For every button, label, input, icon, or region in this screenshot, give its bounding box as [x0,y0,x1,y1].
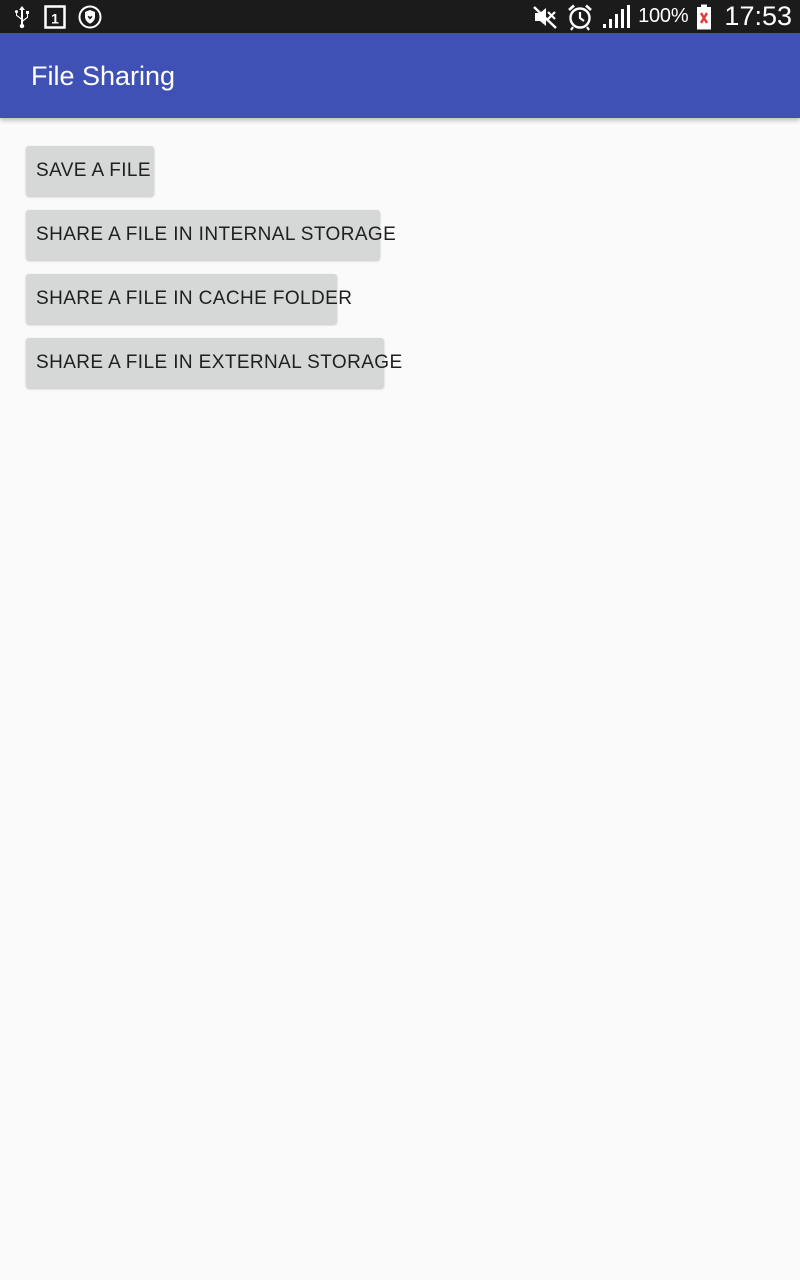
battery-percentage: 100% [638,5,689,27]
sim-card-icon: 1 [44,5,66,29]
status-bar-right-icons: 100% 17:53 [532,0,792,33]
main-content: SAVE A FILE SHARE A FILE IN INTERNAL STO… [0,118,800,1280]
app-title: File Sharing [31,61,176,91]
save-file-button[interactable]: SAVE A FILE [26,146,154,196]
app-bar: File Sharing [0,33,800,118]
battery-icon [696,4,712,30]
share-external-storage-button[interactable]: SHARE A FILE IN EXTERNAL STORAGE [26,338,402,388]
mute-icon [532,4,558,30]
share-cache-folder-button[interactable]: SHARE A FILE IN CACHE FOLDER [26,274,352,324]
share-internal-storage-button[interactable]: SHARE A FILE IN INTERNAL STORAGE [26,210,396,260]
svg-text:1: 1 [51,11,59,27]
usb-icon [12,5,32,29]
status-bar-clock: 17:53 [724,1,792,31]
signal-icon [602,4,631,29]
status-bar: 1 100% 17:53 [0,0,800,33]
status-bar-left-icons: 1 [12,4,102,30]
alarm-icon [566,3,594,31]
shield-icon [78,5,102,29]
